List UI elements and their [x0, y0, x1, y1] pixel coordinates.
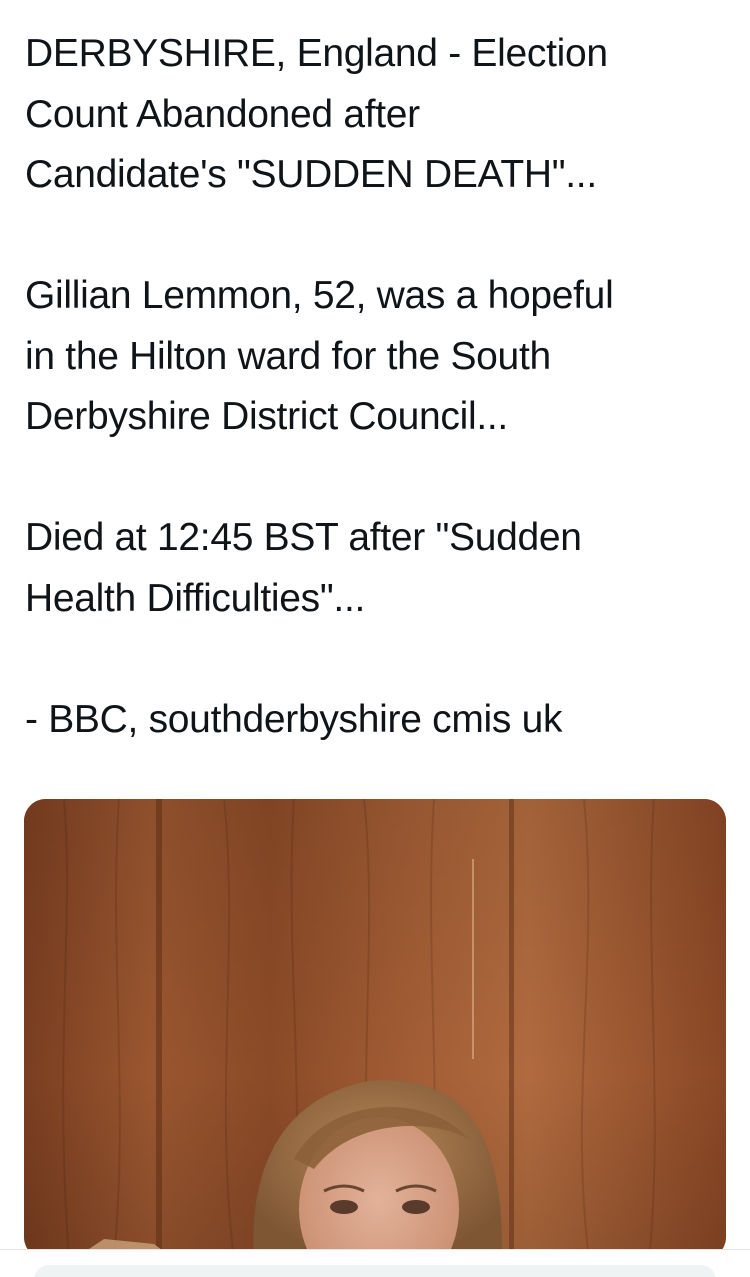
tweet-paragraph-source: - BBC, southderbyshire cmis uk	[25, 690, 725, 751]
text-line: in the Hilton ward for the South	[25, 334, 551, 378]
text-line: Count Abandoned after	[25, 92, 420, 136]
photo-illustration	[24, 799, 726, 1259]
text-line: - BBC, southderbyshire cmis uk	[25, 697, 563, 741]
tweet-paragraph-headline: DERBYSHIRE, England - Election Count Aba…	[25, 24, 725, 206]
tweet-paragraph-candidate: Gillian Lemmon, 52, was a hopeful in the…	[25, 266, 725, 448]
left-eye	[330, 1200, 358, 1214]
tweet-text: DERBYSHIRE, England - Election Count Aba…	[25, 24, 725, 750]
tweet-paragraph-death: Died at 12:45 BST after "Sudden Health D…	[25, 508, 725, 629]
text-line: Gillian Lemmon, 52, was a hopeful	[25, 274, 614, 317]
text-line: Derbyshire District Council...	[25, 395, 508, 438]
panel-seam	[156, 799, 162, 1259]
text-line: Candidate's "SUDDEN DEATH"...	[25, 153, 597, 196]
right-eye	[402, 1200, 430, 1214]
text-line: Died at 12:45 BST after "Sudden	[25, 516, 582, 559]
text-line: Health Difficulties"...	[25, 576, 366, 620]
tweet-photo[interactable]	[24, 799, 726, 1259]
panel-seam	[509, 799, 514, 1259]
reply-input-bar[interactable]	[34, 1265, 716, 1277]
text-line: DERBYSHIRE, England - Election	[25, 32, 608, 75]
